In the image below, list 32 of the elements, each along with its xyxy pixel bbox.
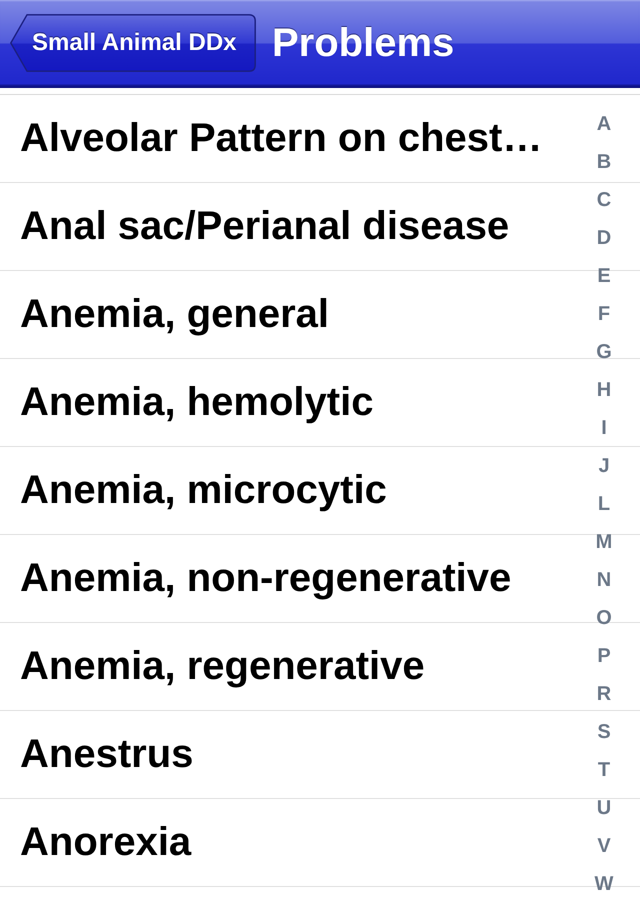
index-letter[interactable]: M	[596, 531, 612, 553]
screen-title: Problems	[272, 20, 454, 66]
index-letter[interactable]: H	[596, 379, 612, 401]
problem-item[interactable]: Anemia, microcytic	[20, 468, 387, 513]
problem-item[interactable]: Anemia, non-regenerative	[20, 556, 512, 601]
index-letter[interactable]: G	[596, 341, 612, 363]
index-letter[interactable]: F	[598, 303, 610, 325]
back-button[interactable]: Small Animal DDx	[10, 14, 256, 72]
index-letter[interactable]: L	[598, 493, 610, 515]
problem-item[interactable]: Anestrus	[20, 732, 194, 777]
index-letter[interactable]: V	[597, 835, 611, 857]
index-letter[interactable]: B	[596, 151, 612, 173]
index-letter[interactable]: S	[597, 721, 611, 743]
index-letter[interactable]: D	[596, 227, 612, 249]
index-letter[interactable]: W	[594, 873, 614, 895]
problem-item[interactable]: Anorexia	[20, 820, 192, 865]
index-letter[interactable]: T	[598, 759, 610, 781]
index-letter[interactable]: A	[596, 113, 612, 135]
index-letter[interactable]: C	[596, 189, 612, 211]
index-letter[interactable]: U	[596, 797, 612, 819]
index-letter[interactable]: N	[596, 569, 612, 591]
index-letter[interactable]: O	[596, 607, 612, 629]
problem-item[interactable]: Anemia, hemolytic	[20, 380, 374, 425]
index-letter[interactable]: P	[597, 645, 611, 667]
problem-item[interactable]: Anemia, regenerative	[20, 644, 425, 689]
problem-item[interactable]: Alveolar Pattern on chest…	[20, 116, 542, 161]
index-letter[interactable]: J	[598, 455, 610, 477]
index-letter[interactable]: I	[601, 417, 607, 439]
index-letter[interactable]: E	[597, 265, 611, 287]
problem-item[interactable]: Anemia, general	[20, 292, 330, 337]
problem-item[interactable]: Anal sac/Perianal disease	[20, 204, 510, 249]
index-letter[interactable]: R	[596, 683, 612, 705]
